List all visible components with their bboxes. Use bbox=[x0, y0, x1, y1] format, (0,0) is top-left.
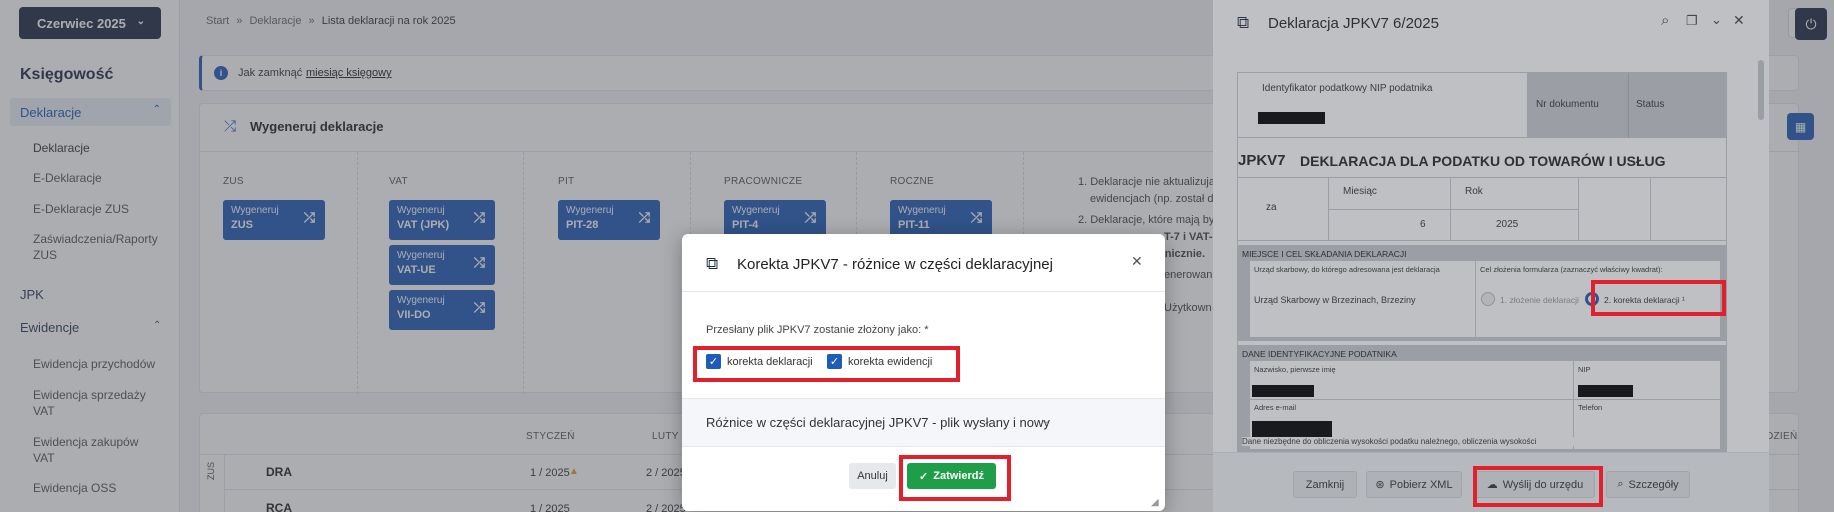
highlight-checkboxes bbox=[693, 346, 960, 382]
modal-backdrop bbox=[1769, 0, 1834, 512]
highlight-send-button bbox=[1473, 466, 1603, 507]
question-label: Przesłany plik JPKV7 zostanie złożony ja… bbox=[706, 324, 929, 336]
diff-accordion[interactable]: Różnice w części deklaracyjnej JPKV7 - p… bbox=[682, 398, 1165, 447]
panel-dim bbox=[1213, 0, 1769, 512]
close-icon[interactable]: ✕ bbox=[1131, 253, 1143, 270]
cancel-button[interactable]: Anuluj bbox=[849, 463, 896, 489]
layers-icon: ⧉ bbox=[706, 254, 719, 273]
chevron-down-icon: ⌄ bbox=[1041, 415, 1051, 427]
highlight-confirm-button bbox=[899, 455, 1011, 501]
modal-title: Korekta JPKV7 - różnice w części deklara… bbox=[737, 256, 1053, 273]
highlight-korekta-radio bbox=[1591, 280, 1726, 316]
resize-handle-icon[interactable]: ◢ bbox=[1151, 497, 1159, 508]
